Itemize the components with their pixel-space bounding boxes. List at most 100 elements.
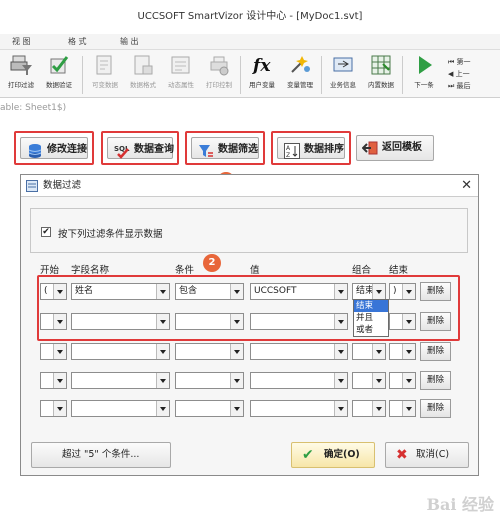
combine-select[interactable]	[352, 400, 386, 417]
end-paren-select[interactable]	[389, 343, 416, 360]
play-icon	[419, 56, 432, 74]
chevron-down-icon	[156, 284, 169, 299]
menu-output[interactable]: 输 出	[120, 34, 139, 50]
ok-button[interactable]: ✔ 确定(O)	[291, 442, 375, 468]
builtin-data-button[interactable]: 内置数据	[362, 54, 400, 96]
end-paren-select[interactable]	[389, 372, 416, 389]
field-select[interactable]	[71, 372, 170, 389]
field-select[interactable]	[71, 313, 170, 330]
chevron-down-icon	[230, 284, 243, 299]
cancel-button[interactable]: ✖ 取消(C)	[385, 442, 469, 468]
end-paren-select[interactable]	[389, 313, 416, 330]
condition-select[interactable]: 包含	[175, 283, 244, 300]
nav-last[interactable]: ⏭ 最后	[448, 80, 471, 92]
data-format-button[interactable]: 数据格式	[124, 54, 162, 96]
value-select[interactable]: UCCSOFT	[250, 283, 348, 300]
condition-select[interactable]	[175, 313, 244, 330]
chevron-down-icon	[334, 314, 347, 329]
combine-option-and[interactable]: 并且	[354, 312, 388, 324]
header-start: 开始	[40, 265, 60, 276]
start-paren-select[interactable]	[40, 313, 67, 330]
variable-manage-button[interactable]: 变量管理	[281, 54, 319, 96]
start-paren-select[interactable]: (	[40, 283, 67, 300]
chevron-down-icon	[230, 314, 243, 329]
chevron-down-icon	[334, 344, 347, 359]
header-end: 结束	[389, 265, 409, 276]
variable-manage-icon	[291, 56, 310, 73]
delete-row-button[interactable]: 删除	[420, 399, 451, 418]
value-select[interactable]	[250, 400, 348, 417]
modify-connection-button[interactable]: 修改连接	[14, 131, 94, 165]
sheet-label: able: Sheet1$)	[0, 103, 67, 113]
checkmark-icon: ✔	[302, 447, 314, 463]
chevron-down-icon	[230, 401, 243, 416]
next-record-button[interactable]: 下一条	[405, 54, 443, 96]
start-paren-select[interactable]	[40, 343, 67, 360]
close-icon[interactable]: ✕	[461, 175, 472, 197]
data-sort-button[interactable]: AZ 数据排序	[271, 131, 351, 165]
header-value: 值	[250, 265, 260, 276]
menu-view[interactable]: 视 图	[12, 34, 31, 50]
delete-row-button[interactable]: 删除	[420, 282, 451, 301]
condition-select[interactable]	[175, 343, 244, 360]
condition-select[interactable]	[175, 372, 244, 389]
chevron-down-icon	[334, 284, 347, 299]
field-select[interactable]: 姓名	[71, 283, 170, 300]
window-title: UCCSOFT SmartVizor 设计中心 - [MyDoc1.svt]	[0, 0, 500, 34]
chevron-down-icon	[402, 401, 415, 416]
return-icon	[362, 141, 378, 155]
combine-option-or[interactable]: 或者	[354, 324, 388, 336]
data-filter-dialog: 数据过滤 ✕ ✔ 按下列过滤条件显示数据 开始 字段名称 条件 值 组合 结束 …	[20, 174, 479, 476]
database-icon	[28, 144, 42, 158]
print-filter-icon	[10, 55, 32, 75]
print-filter-button[interactable]: 打印过滤	[2, 54, 40, 96]
value-select[interactable]	[250, 343, 348, 360]
business-info-button[interactable]: 业务信息	[324, 54, 362, 96]
user-variable-button[interactable]: fx 用户变量	[243, 54, 281, 96]
end-paren-select[interactable]	[389, 400, 416, 417]
nav-group: ⏮ 第一 ◀ 上一 ⏭ 最后	[448, 56, 471, 92]
combine-option-end[interactable]: 结束	[354, 300, 388, 312]
nav-prev[interactable]: ◀ 上一	[448, 68, 471, 80]
combine-select[interactable]	[352, 372, 386, 389]
dialog-title: 数据过滤	[43, 180, 82, 191]
chevron-down-icon	[156, 344, 169, 359]
value-select[interactable]	[250, 313, 348, 330]
more-conditions-button[interactable]: 超过 "5" 个条件...	[31, 442, 171, 468]
dynamic-attr-button[interactable]: 动态属性	[162, 54, 200, 96]
builtin-data-icon	[371, 55, 391, 75]
field-select[interactable]	[71, 400, 170, 417]
start-paren-select[interactable]	[40, 372, 67, 389]
chevron-down-icon	[334, 373, 347, 388]
print-control-button[interactable]: 打印控制	[200, 54, 238, 96]
filter-checkbox-label: 按下列过滤条件显示数据	[58, 229, 163, 240]
filter-option-group: ✔ 按下列过滤条件显示数据	[30, 208, 468, 253]
delete-row-button[interactable]: 删除	[420, 371, 451, 390]
chevron-down-icon	[53, 401, 66, 416]
back-template-button[interactable]: 返回模板	[356, 135, 434, 161]
data-validate-button[interactable]: 数据验证	[40, 54, 78, 96]
chevron-down-icon	[372, 284, 385, 299]
combine-select[interactable]	[352, 343, 386, 360]
chevron-down-icon	[156, 373, 169, 388]
chevron-down-icon	[402, 284, 415, 299]
end-paren-select[interactable]: )	[389, 283, 416, 300]
fx-icon: fx	[252, 56, 271, 76]
filter-icon	[199, 145, 213, 157]
combine-select[interactable]: 结束	[352, 283, 386, 300]
menu-format[interactable]: 格 式	[68, 34, 87, 50]
field-select[interactable]	[71, 343, 170, 360]
variable-data-button[interactable]: 可变数据	[86, 54, 124, 96]
delete-row-button[interactable]: 删除	[420, 342, 451, 361]
delete-row-button[interactable]: 删除	[420, 312, 451, 331]
combine-dropdown-list: 结束 并且 或者	[353, 299, 389, 337]
nav-first[interactable]: ⏮ 第一	[448, 56, 471, 68]
value-select[interactable]	[250, 372, 348, 389]
start-paren-select[interactable]	[40, 400, 67, 417]
ribbon-separator	[240, 56, 241, 94]
data-filter-button[interactable]: 数据筛选	[185, 131, 265, 165]
chevron-down-icon	[372, 401, 385, 416]
condition-select[interactable]	[175, 400, 244, 417]
filter-checkbox[interactable]: ✔	[41, 227, 51, 237]
data-query-button[interactable]: SQL 数据查询	[101, 131, 179, 165]
